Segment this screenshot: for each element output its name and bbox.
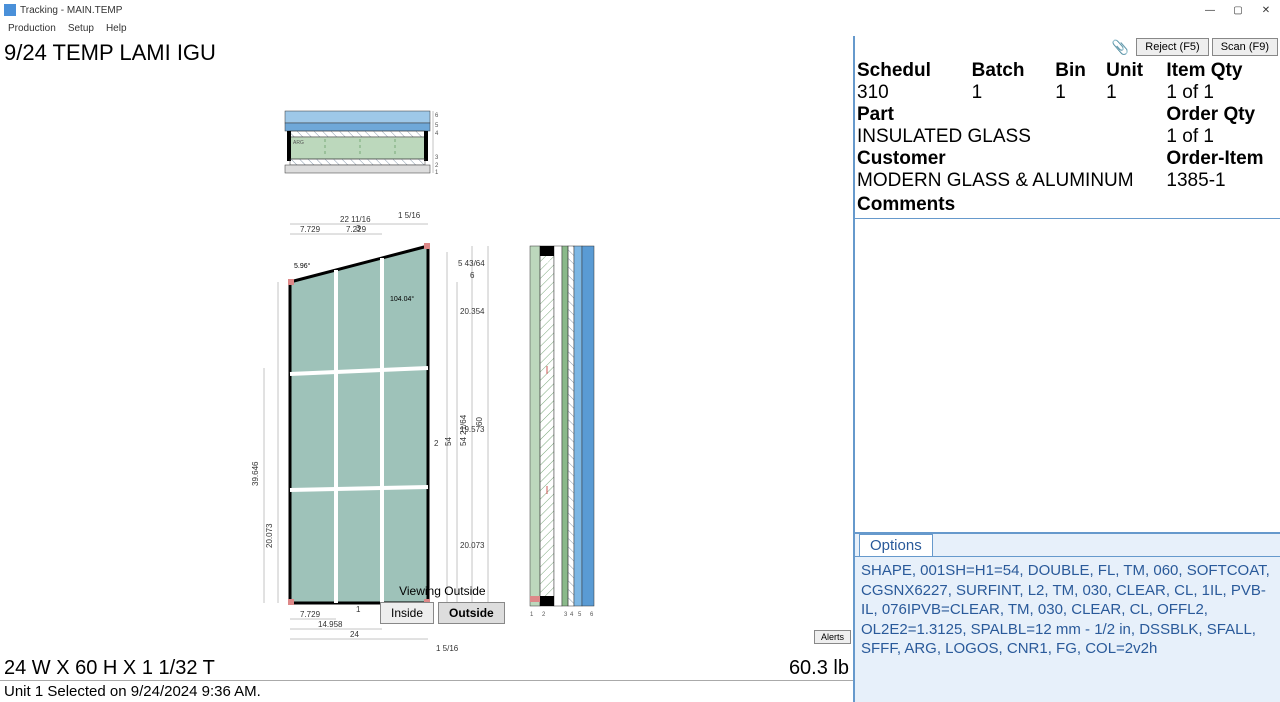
menubar: Production Setup Help <box>0 20 1280 36</box>
dimensions-text: 24 W X 60 H X 1 1/32 T <box>4 657 789 680</box>
hdr-bin: Bin <box>1055 60 1106 82</box>
svg-text:3: 3 <box>564 612 568 618</box>
titlebar-text: Tracking - MAIN.TEMP <box>20 5 122 16</box>
val-item-qty: 1 of 1 <box>1166 82 1278 104</box>
hdr-batch: Batch <box>972 60 1056 82</box>
svg-text:6: 6 <box>435 113 439 119</box>
viewing-label: Viewing Outside <box>380 584 505 598</box>
svg-text:24: 24 <box>350 630 359 639</box>
scan-button[interactable]: Scan (F9) <box>1212 38 1278 56</box>
minimize-button[interactable]: ― <box>1196 0 1224 20</box>
svg-text:6: 6 <box>470 271 475 280</box>
svg-text:4: 4 <box>570 612 574 618</box>
svg-text:3: 3 <box>356 224 361 233</box>
svg-text:20.073: 20.073 <box>265 523 274 548</box>
svg-text:7.729: 7.729 <box>300 610 321 619</box>
svg-text:54: 54 <box>444 437 453 446</box>
svg-text:1: 1 <box>356 605 361 614</box>
inside-button[interactable]: Inside <box>380 602 434 624</box>
info-panel: 📎 Reject (F5) Scan (F9) Schedul Batch Bi… <box>855 36 1280 702</box>
hdr-order-item: Order-Item <box>1166 148 1278 170</box>
svg-text:20.354: 20.354 <box>460 307 485 316</box>
val-part: INSULATED GLASS <box>857 126 1166 148</box>
svg-text:39.646: 39.646 <box>251 461 260 486</box>
val-order-item: 1385-1 <box>1166 170 1278 192</box>
val-batch: 1 <box>972 82 1056 104</box>
svg-text:1 5/16: 1 5/16 <box>398 211 421 220</box>
svg-text:4: 4 <box>435 131 439 137</box>
svg-text:ARG: ARG <box>542 260 553 266</box>
maximize-button[interactable]: ▢ <box>1224 0 1252 20</box>
outside-button[interactable]: Outside <box>438 602 505 624</box>
svg-text:1: 1 <box>435 170 439 176</box>
svg-text:7.729: 7.729 <box>300 225 321 234</box>
svg-text:3: 3 <box>435 155 439 161</box>
val-schedule: 310 <box>857 82 972 104</box>
svg-text:22 11/16: 22 11/16 <box>340 215 371 224</box>
svg-text:20.073: 20.073 <box>460 541 485 550</box>
svg-text:5.96°: 5.96° <box>294 262 311 270</box>
alerts-button[interactable]: Alerts <box>814 630 851 644</box>
menu-production[interactable]: Production <box>8 23 56 34</box>
status-bar: Unit 1 Selected on 9/24/2024 9:36 AM. <box>0 680 853 702</box>
hdr-schedule: Schedul <box>857 60 972 82</box>
svg-text:ARG: ARG <box>293 140 304 146</box>
svg-text:5 43/64: 5 43/64 <box>458 259 485 268</box>
svg-text:2: 2 <box>435 163 439 169</box>
hdr-item-qty: Item Qty <box>1166 60 1278 82</box>
hdr-comments: Comments <box>855 192 1280 216</box>
svg-text:2: 2 <box>542 612 546 618</box>
menu-help[interactable]: Help <box>106 23 127 34</box>
svg-text:1: 1 <box>530 612 534 618</box>
svg-text:5: 5 <box>435 123 439 129</box>
svg-text:14.958: 14.958 <box>318 620 343 629</box>
tab-options[interactable]: Options <box>859 534 933 556</box>
val-unit: 1 <box>1106 82 1166 104</box>
reject-button[interactable]: Reject (F5) <box>1136 38 1208 56</box>
svg-text:6: 6 <box>590 612 594 618</box>
hdr-part: Part <box>857 104 1166 126</box>
svg-text:1 5/16: 1 5/16 <box>436 644 459 653</box>
val-customer: MODERN GLASS & ALUMINUM <box>857 170 1166 192</box>
hdr-order-qty: Order Qty <box>1166 104 1278 126</box>
svg-text:5: 5 <box>578 612 582 618</box>
item-description: 9/24 TEMP LAMI IGU <box>0 36 853 66</box>
comments-box[interactable] <box>855 218 1280 534</box>
hdr-unit: Unit <box>1106 60 1166 82</box>
attachment-icon[interactable]: 📎 <box>1108 39 1133 56</box>
svg-text:104.04°: 104.04° <box>390 295 414 303</box>
options-text: SHAPE, 001SH=H1=54, DOUBLE, FL, TM, 060,… <box>855 557 1280 663</box>
menu-setup[interactable]: Setup <box>68 23 94 34</box>
app-icon <box>4 4 16 16</box>
drawing-panel: 9/24 TEMP LAMI IGU <box>0 36 855 702</box>
svg-text:2: 2 <box>434 439 439 448</box>
svg-text:19.573: 19.573 <box>460 425 485 434</box>
hdr-customer: Customer <box>857 148 1166 170</box>
val-order-qty: 1 of 1 <box>1166 126 1278 148</box>
titlebar: Tracking - MAIN.TEMP ― ▢ ✕ <box>0 0 1280 20</box>
val-bin: 1 <box>1055 82 1106 104</box>
technical-drawing: 6 5 4 3 2 1 ARG <box>0 66 640 676</box>
close-button[interactable]: ✕ <box>1252 0 1280 20</box>
weight-text: 60.3 lb <box>789 657 849 680</box>
